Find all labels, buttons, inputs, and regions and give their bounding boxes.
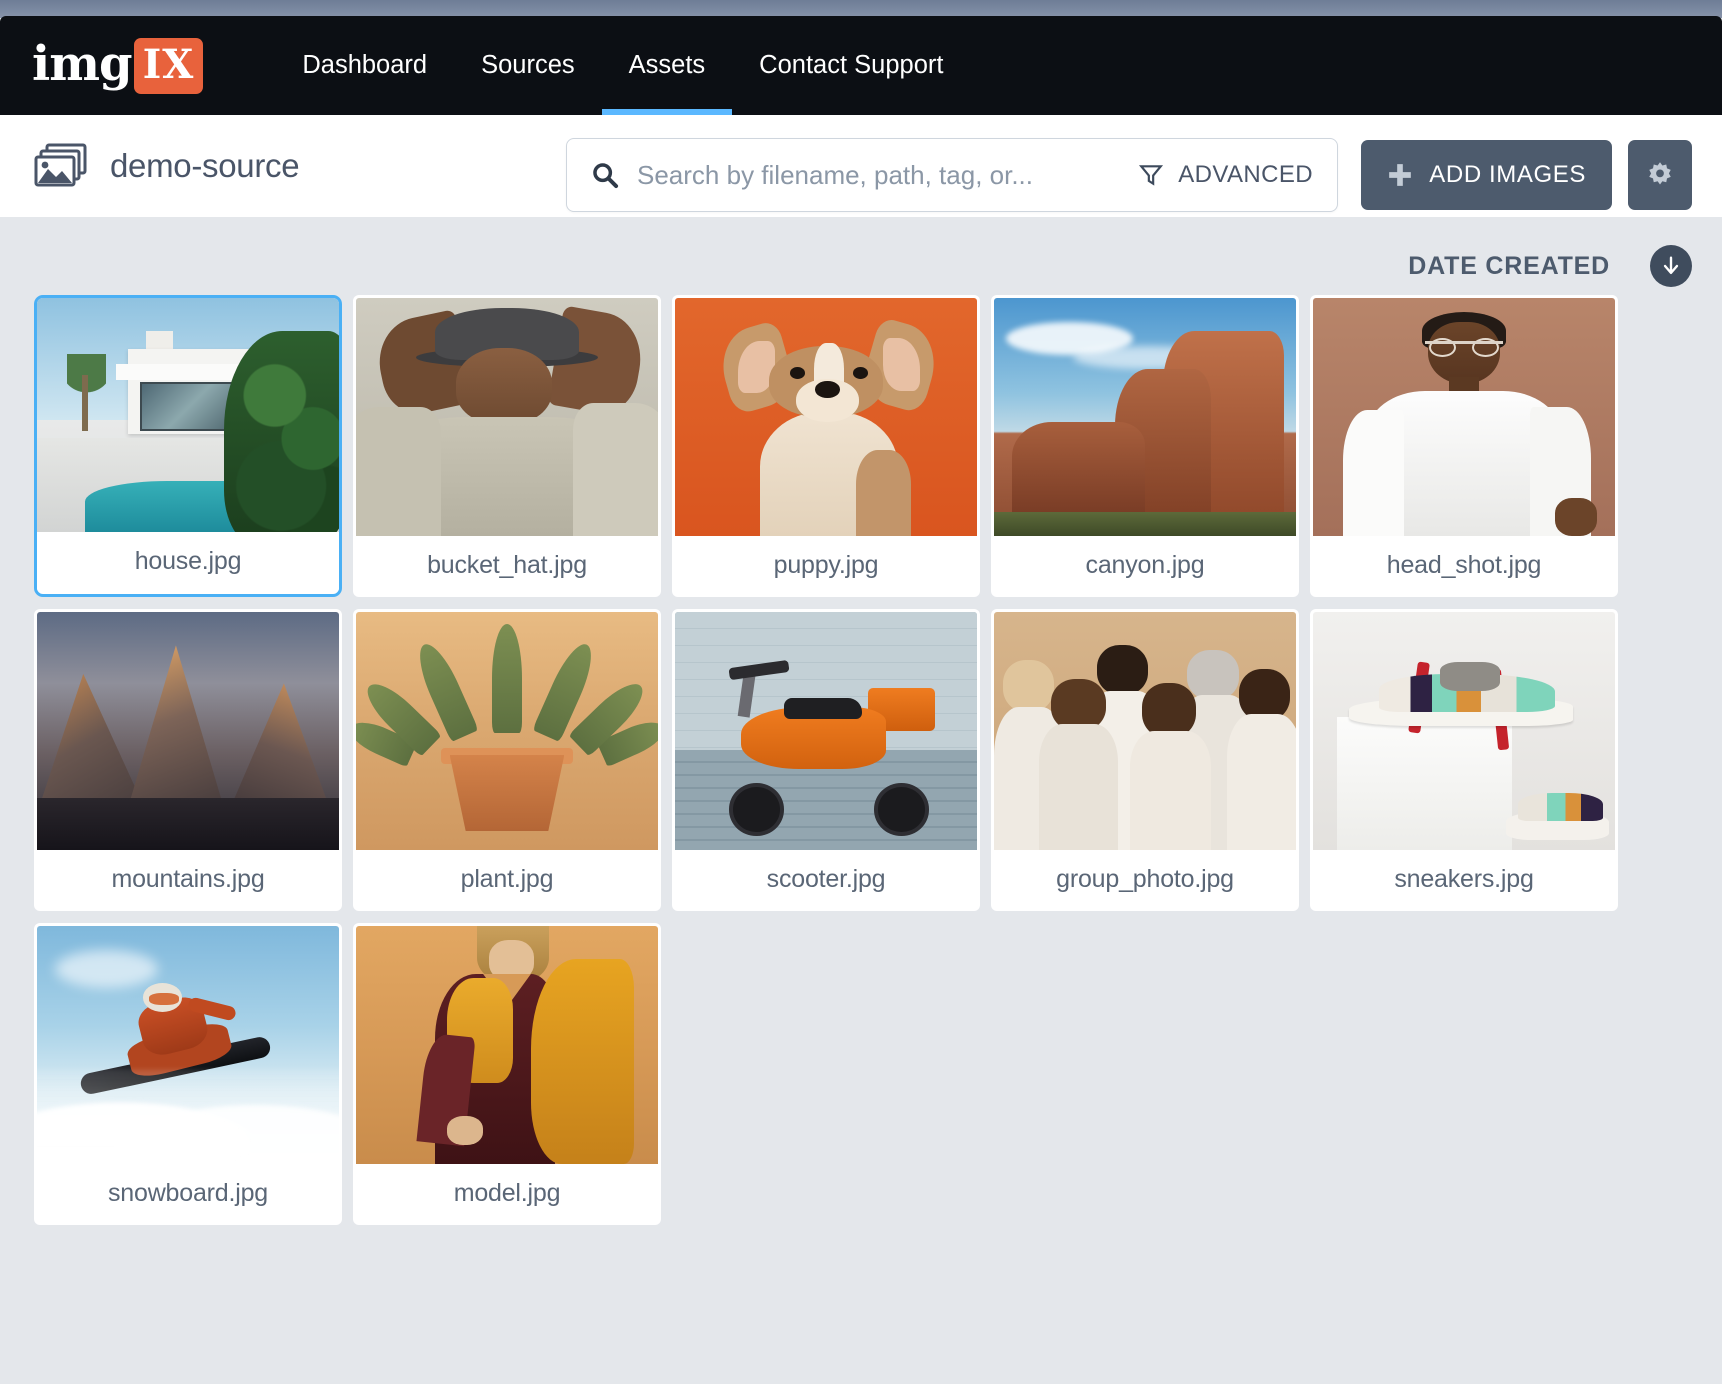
stacked-images-icon <box>34 143 87 187</box>
arrow-down-icon <box>1663 256 1679 275</box>
asset-thumbnail <box>994 298 1296 536</box>
logo-badge: IX <box>133 37 204 94</box>
search-bar: ADVANCED <box>566 138 1338 212</box>
asset-thumbnail <box>1313 612 1615 850</box>
asset-card-mountains[interactable]: mountains.jpg <box>34 609 342 911</box>
asset-filename: scooter.jpg <box>675 850 977 908</box>
asset-thumbnail <box>356 926 658 1164</box>
asset-card-house[interactable]: house.jpg <box>34 295 342 597</box>
sort-direction-button[interactable] <box>1650 245 1692 287</box>
advanced-label: ADVANCED <box>1178 161 1313 188</box>
asset-thumbnail <box>37 926 339 1164</box>
asset-card-sneakers[interactable]: sneakers.jpg <box>1310 609 1618 911</box>
filter-icon <box>1139 165 1164 186</box>
asset-card-bucket-hat[interactable]: bucket_hat.jpg <box>353 295 661 597</box>
asset-filename: model.jpg <box>356 1164 658 1222</box>
asset-filename: sneakers.jpg <box>1313 850 1615 908</box>
asset-card-canyon[interactable]: canyon.jpg <box>991 295 1299 597</box>
nav-item-sources[interactable]: Sources <box>454 16 602 115</box>
sort-controls: DATE CREATED <box>1408 245 1692 287</box>
add-images-button[interactable]: ADD IMAGES <box>1361 140 1612 210</box>
asset-filename: plant.jpg <box>356 850 658 908</box>
asset-card-plant[interactable]: plant.jpg <box>353 609 661 911</box>
search-icon <box>593 163 619 189</box>
asset-card-puppy[interactable]: puppy.jpg <box>672 295 980 597</box>
asset-card-scooter[interactable]: scooter.jpg <box>672 609 980 911</box>
asset-filename: puppy.jpg <box>675 536 977 594</box>
plus-icon <box>1389 164 1412 186</box>
source-selector[interactable]: demo-source <box>34 143 300 189</box>
asset-card-snowboard[interactable]: snowboard.jpg <box>34 923 342 1225</box>
top-navigation-bar: img IX Dashboard Sources Assets Contact … <box>0 16 1722 115</box>
add-images-label: ADD IMAGES <box>1429 161 1586 188</box>
asset-thumbnail <box>356 298 658 536</box>
asset-thumbnail <box>994 612 1296 850</box>
asset-thumbnail <box>37 612 339 850</box>
search-input[interactable] <box>637 159 1139 191</box>
gear-icon <box>1649 162 1671 185</box>
assets-content-area: DATE CREATED house.jpg bucket_hat.jpg pu… <box>0 217 1722 1384</box>
asset-card-group-photo[interactable]: group_photo.jpg <box>991 609 1299 911</box>
nav-item-assets[interactable]: Assets <box>601 16 733 115</box>
asset-thumbnail <box>675 298 977 536</box>
nav-links: Dashboard Sources Assets Contact Support <box>275 16 970 115</box>
advanced-search-button[interactable]: ADVANCED <box>1138 161 1313 189</box>
asset-filename: head_shot.jpg <box>1313 536 1615 594</box>
asset-filename: group_photo.jpg <box>994 850 1296 908</box>
asset-thumbnail <box>356 612 658 850</box>
asset-filename: bucket_hat.jpg <box>356 536 658 594</box>
asset-card-model[interactable]: model.jpg <box>353 923 661 1225</box>
asset-filename: snowboard.jpg <box>37 1164 339 1222</box>
asset-thumbnail <box>37 298 339 532</box>
settings-button[interactable] <box>1628 140 1692 210</box>
asset-thumbnail <box>1313 298 1615 536</box>
imgix-logo[interactable]: img IX <box>32 36 204 94</box>
logo-wordmark: img <box>32 36 133 92</box>
nav-item-dashboard[interactable]: Dashboard <box>275 16 454 115</box>
asset-grid: house.jpg bucket_hat.jpg puppy.jpg canyo… <box>34 295 1694 1225</box>
sort-field-label[interactable]: DATE CREATED <box>1408 252 1610 281</box>
asset-filename: mountains.jpg <box>37 850 339 908</box>
nav-item-contact-support[interactable]: Contact Support <box>732 16 970 115</box>
asset-filename: house.jpg <box>37 532 339 590</box>
source-name-label: demo-source <box>110 147 300 184</box>
asset-thumbnail <box>675 612 977 850</box>
asset-filename: canyon.jpg <box>994 536 1296 594</box>
source-toolbar: demo-source ADVANCED ADD IMAGES <box>0 115 1722 217</box>
asset-card-head-shot[interactable]: head_shot.jpg <box>1310 295 1618 597</box>
